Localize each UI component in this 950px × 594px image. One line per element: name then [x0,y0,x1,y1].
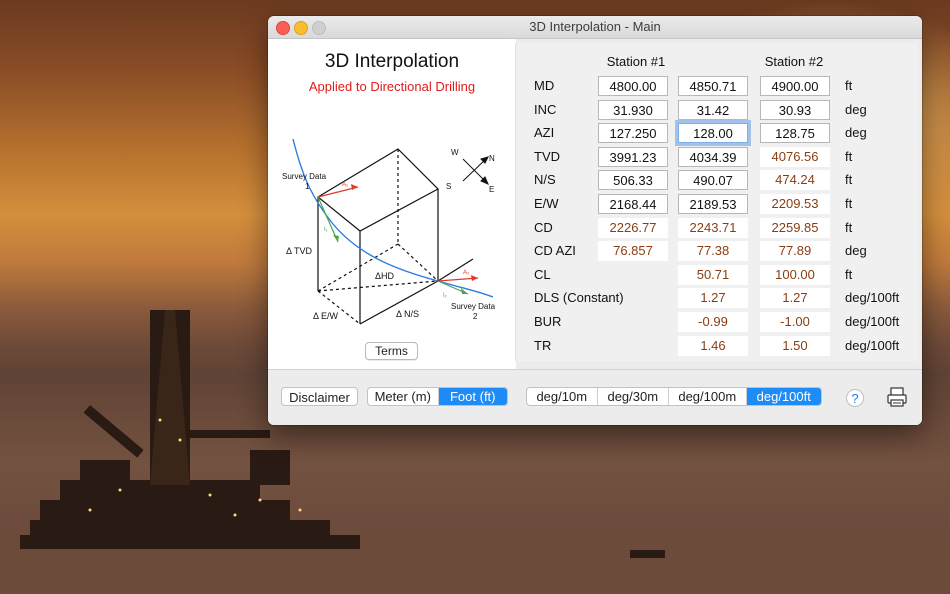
row-unit: ft [845,172,853,187]
compass-w: W [451,148,459,157]
station2-header: Station #2 [764,54,824,69]
meter-option[interactable]: Meter (m) [368,388,439,405]
mid-value: 1.46 [678,336,748,356]
s1-input[interactable]: 3991.23 [598,147,668,167]
compass-n: N [489,154,495,163]
title-bar: 3D Interpolation - Main [268,16,922,39]
mid-input[interactable]: 4034.39 [678,147,748,167]
survey-table: Station #1 Station #2 MD 4800.00 4850.71 49… [515,43,918,361]
mid-value: 2243.71 [678,218,748,238]
dls-option-deg-100m[interactable]: deg/100m [669,388,747,405]
s2-value: 2209.53 [760,194,830,214]
i2-label: I₂ [443,293,448,299]
mid-input[interactable]: 31.42 [678,100,748,120]
s2-value: 474.24 [760,170,830,190]
row-unit: ft [845,196,853,211]
row-unit: deg [845,102,867,117]
row-label: MD [534,78,555,93]
row-label: BUR [534,314,562,329]
survey1-number: 1 [305,182,310,191]
row-unit: deg/100ft [845,290,900,305]
row-label: DLS (Constant) [534,290,624,305]
mid-value: 77.38 [678,241,748,261]
row-label: TR [534,338,552,353]
row-label: CD [534,220,553,235]
survey1-label: Survey Data [282,172,327,181]
mid-input[interactable]: 128.00 [678,123,748,143]
compass-s: S [446,182,451,191]
unit-selector: Meter (m) Foot (ft) [367,387,508,406]
mid-input[interactable]: 490.07 [678,170,748,190]
row-unit: ft [845,220,853,235]
s2-value: -1.00 [760,312,830,332]
row-unit: deg [845,125,867,140]
help-button[interactable]: ? [846,389,864,407]
s1-input[interactable]: 127.250 [598,123,668,143]
s2-input[interactable]: 128.75 [760,123,830,143]
a1-label: A₁ [342,182,348,188]
app-title: 3D Interpolation [324,51,460,72]
s2-value: 4076.56 [760,147,830,167]
row-unit: deg/100ft [845,338,900,353]
a2-label: A₂ [463,270,470,276]
s2-value: 2259.85 [760,218,830,238]
row-label: CL [534,267,551,282]
dls-option-deg-30m[interactable]: deg/30m [598,388,670,405]
row-label: AZI [534,125,555,140]
dls-option-deg-10m[interactable]: deg/10m [527,388,598,405]
row-label: N/S [534,172,556,187]
station1-header: Station #1 [606,54,666,69]
delta-ns-label: Δ N/S [396,309,419,319]
survey2-label: Survey Data [451,302,496,311]
row-label: INC [534,102,557,117]
s2-value: 77.89 [760,241,830,261]
delta-ew-label: Δ E/W [313,311,339,321]
s1-input[interactable]: 31.930 [598,100,668,120]
interpolation-diagram: Survey Data 1 Survey Data 2 Δ TVD ΔHD Δ … [282,138,496,325]
bottom-toolbar: Disclaimer Meter (m) Foot (ft) deg/10m d… [268,369,922,425]
print-icon[interactable] [886,386,908,408]
mid-value: -0.99 [678,312,748,332]
i1-label: I₁ [324,227,328,233]
row-unit: ft [845,78,853,93]
s1-input[interactable]: 2168.44 [598,194,668,214]
delta-hd-label: ΔHD [375,271,395,281]
survey2-number: 2 [473,312,478,321]
main-window: 3D Interpolation - Main 3D Interpolation… [268,16,922,425]
window-title: 3D Interpolation - Main [529,19,661,34]
s2-value: 1.50 [760,336,830,356]
row-unit: ft [845,149,853,164]
terms-button[interactable]: Terms [365,342,418,360]
row-label: TVD [534,149,560,164]
mid-input[interactable]: 4850.71 [678,76,748,96]
dls-unit-selector: deg/10m deg/30m deg/100m deg/100ft [526,387,822,406]
row-unit: ft [845,267,853,282]
app-subtitle: Applied to Directional Drilling [308,79,476,94]
mid-value: 1.27 [678,288,748,308]
mid-input[interactable]: 2189.53 [678,194,748,214]
foot-option[interactable]: Foot (ft) [438,388,507,405]
dls-option-deg-100ft[interactable]: deg/100ft [746,388,821,405]
row-unit: deg/100ft [845,314,900,329]
disclaimer-button[interactable]: Disclaimer [281,387,358,406]
s1-input[interactable]: 506.33 [598,170,668,190]
s2-value: 1.27 [760,288,830,308]
delta-tvd-label: Δ TVD [286,246,313,256]
row-label: E/W [534,196,559,211]
mid-value: 50.71 [678,265,748,285]
s2-input[interactable]: 4900.00 [760,76,830,96]
s1-value: 2226.77 [598,218,668,238]
s2-input[interactable]: 30.93 [760,100,830,120]
s2-value: 100.00 [760,265,830,285]
s1-value: 76.857 [598,241,668,261]
info-pane: 3D Interpolation Applied to Directional … [268,39,516,369]
row-label: CD AZI [534,243,576,258]
s1-input[interactable]: 4800.00 [598,76,668,96]
compass-e: E [489,185,494,194]
row-unit: deg [845,243,867,258]
